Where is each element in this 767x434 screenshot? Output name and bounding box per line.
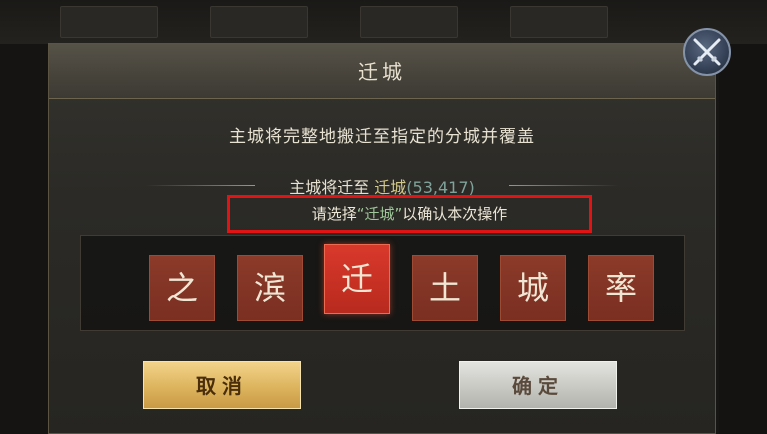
char-tile[interactable]: 土 — [412, 255, 478, 321]
dialog-description: 主城将完整地搬迁至指定的分城并覆盖 — [229, 127, 535, 147]
char-tile[interactable]: 城 — [500, 255, 566, 321]
char-tile[interactable]: 率 — [588, 255, 654, 321]
char-tile[interactable]: 滨 — [237, 255, 303, 321]
crossed-swords-icon — [693, 38, 721, 66]
dialog-title: 迁城 — [358, 60, 406, 84]
background-left — [0, 44, 48, 434]
background-slot — [360, 6, 458, 38]
background-top-bar — [0, 0, 767, 44]
char-tile-selected[interactable]: 迁 — [324, 244, 390, 314]
instruction-highlight-box — [227, 195, 592, 233]
character-tray: 之 滨 迁 土 城 率 — [80, 235, 685, 331]
background-slot — [60, 6, 158, 38]
char-tile[interactable]: 之 — [149, 255, 215, 321]
background-slot — [510, 6, 608, 38]
confirm-button[interactable]: 确定 — [459, 361, 617, 409]
dialog-header: 迁城 — [49, 44, 715, 99]
close-button[interactable] — [683, 28, 731, 76]
background-slot — [210, 6, 308, 38]
relocate-city-dialog: 迁城 主城将完整地搬迁至指定的分城并覆盖 主城将迁至 迁城(53,417) 之 … — [48, 43, 716, 434]
background-right — [719, 44, 767, 434]
cancel-button[interactable]: 取消 — [143, 361, 301, 409]
